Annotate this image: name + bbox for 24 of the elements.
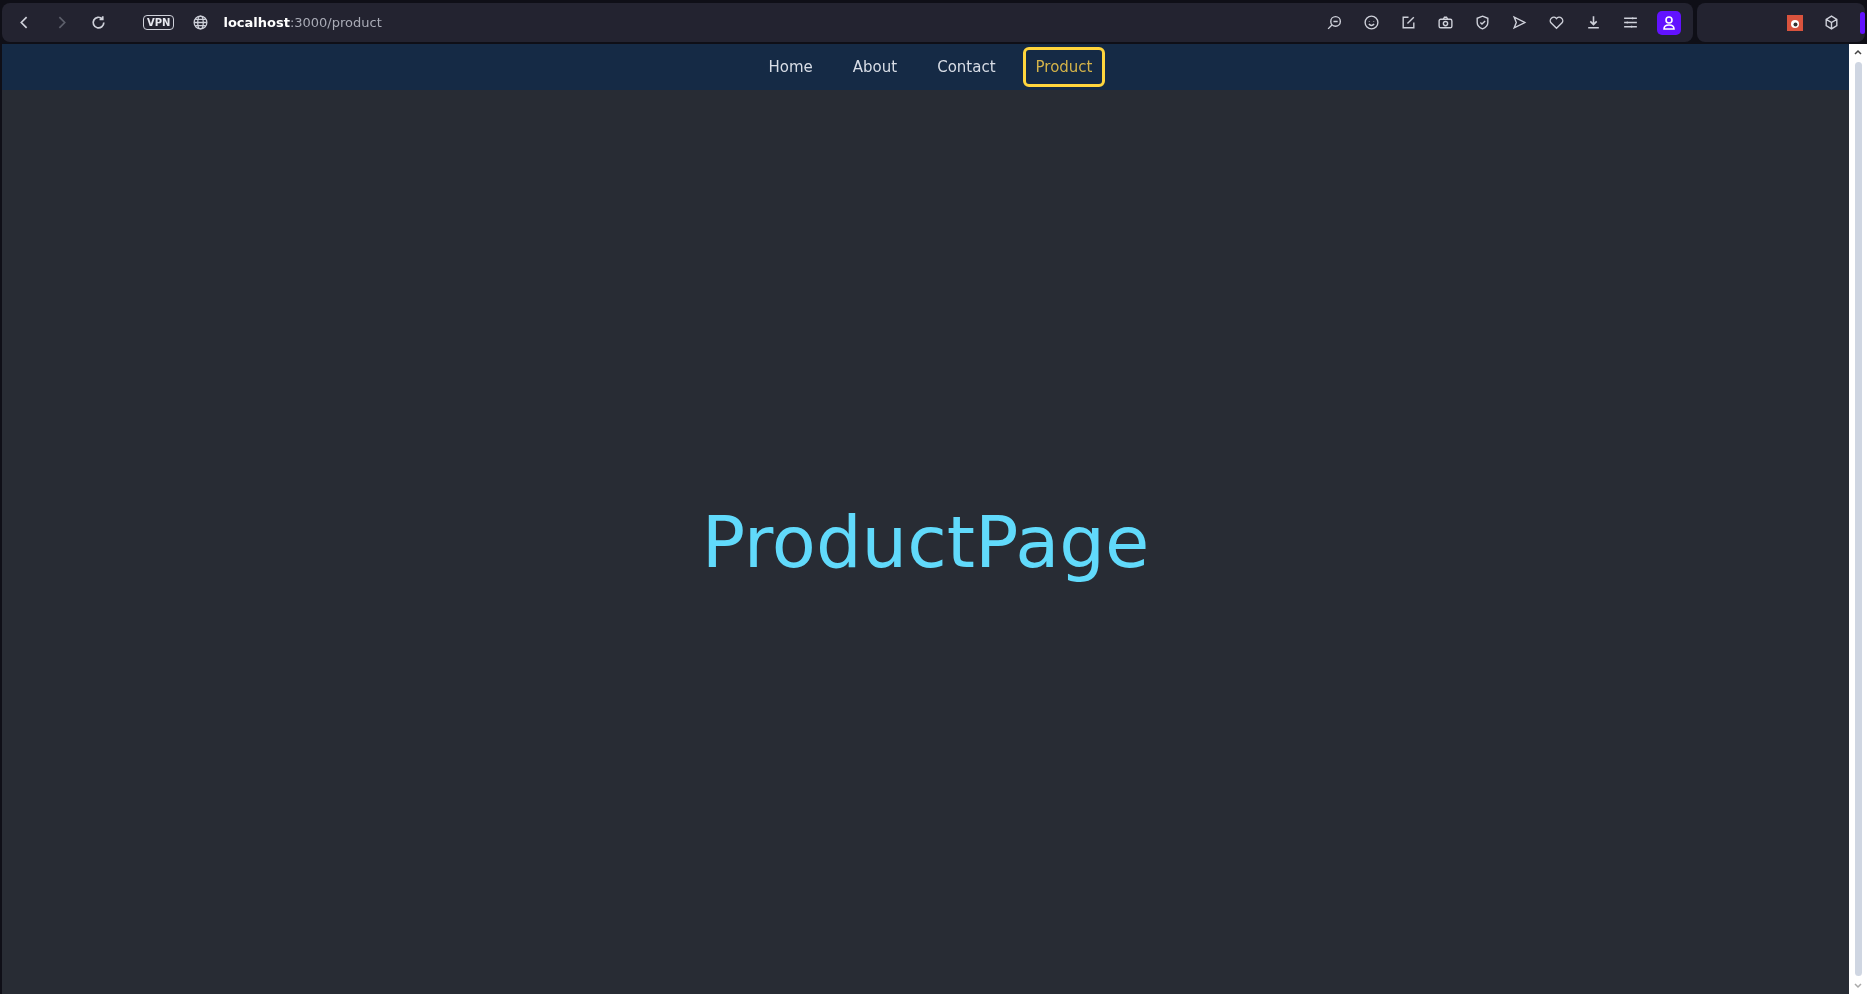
shield-icon[interactable] [1474,14,1491,31]
scrollbar-thumb[interactable] [1854,62,1862,976]
profile-icon[interactable] [1657,10,1681,35]
cube-icon[interactable] [1823,14,1840,31]
smiley-icon[interactable] [1363,14,1380,31]
nav-link[interactable]: Contact [924,47,1009,87]
nav-link[interactable]: Home [755,47,826,87]
scrollbar[interactable] [1849,44,1867,994]
globe-icon [192,14,210,31]
address-bar-url[interactable]: localhost:3000/product [223,15,382,30]
reload-icon[interactable] [90,14,107,31]
vpn-badge[interactable]: VPN [143,15,175,30]
sliders-icon[interactable] [1622,14,1639,31]
nav-link[interactable]: Product [1022,47,1106,87]
heart-icon[interactable] [1548,14,1565,31]
edit-icon[interactable] [1400,14,1417,31]
download-icon[interactable] [1585,14,1602,31]
sidebar-handle[interactable] [1860,11,1865,34]
camera-icon[interactable] [1437,14,1454,31]
zoom-out-icon[interactable] [1326,14,1343,31]
extension-icon[interactable] [1787,14,1803,31]
page-heading: ProductPage [701,500,1150,584]
nav-link[interactable]: About [839,47,911,87]
send-icon[interactable] [1511,14,1528,31]
